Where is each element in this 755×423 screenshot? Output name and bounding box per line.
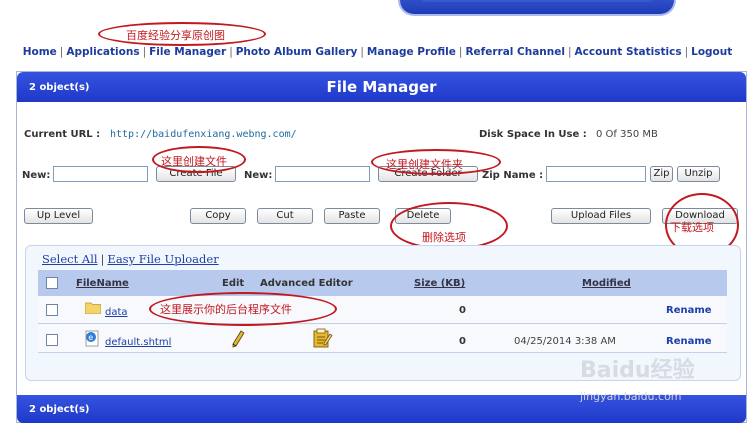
rename-link[interactable]: Rename [666,336,712,347]
nav-separator: | [142,46,147,58]
annotation-download: 下载选项 [670,221,714,234]
new-folder-input[interactable] [275,166,370,182]
annotation-file-list: 这里展示你的后台程序文件 [160,303,292,316]
nav-referral-channel[interactable]: Referral Channel [465,46,565,58]
page-title: File Manager [326,78,437,96]
annotation-delete: 删除选项 [422,231,466,244]
new-folder-label: New: [244,170,273,181]
upload-files-button[interactable]: Upload Files [551,208,651,224]
select-all-checkbox[interactable] [46,277,58,289]
select-all-link[interactable]: Select All [42,252,98,266]
nav-separator: | [567,46,572,58]
list-links: Select All | Easy File Uploader [42,252,219,266]
unzip-button[interactable]: Unzip [677,166,720,182]
disk-space-label: Disk Space In Use : [479,129,587,140]
zip-name-label: Zip Name : [482,170,544,181]
copy-button[interactable]: Copy [190,208,246,224]
nav-separator: | [59,46,64,58]
column-filename[interactable]: FileName [76,278,129,289]
column-size[interactable]: Size (KB) [414,278,465,289]
footer-object-count: 2 object(s) [29,404,90,415]
up-level-button[interactable]: Up Level [24,208,93,224]
zip-button[interactable]: Zip [650,166,673,182]
nav-separator: | [684,46,689,58]
current-url-value: http://baidufenxiang.webng.com/ [110,129,297,140]
html-file-icon: e [84,330,100,350]
edit-pencil-icon[interactable] [231,330,245,351]
column-modified[interactable]: Modified [582,278,631,289]
svg-text:e: e [88,333,93,342]
table-row: e default.shtml 0 04/25/2014 3:38 AM Ren… [38,325,727,353]
nav-file-manager[interactable]: File Manager [149,46,226,58]
nav-logout[interactable]: Logout [691,46,732,58]
column-edit: Edit [222,278,245,289]
disk-space-value: 0 Of 350 MB [596,129,658,140]
column-advanced-editor: Advanced Editor [260,278,353,289]
folder-icon [84,301,102,317]
link-separator: | [100,252,105,266]
easy-file-uploader-link[interactable]: Easy File Uploader [107,252,218,266]
file-table-header: FileName Edit Advanced Editor Size (KB) … [38,270,727,296]
row-checkbox[interactable] [46,304,58,316]
nav-manage-profile[interactable]: Manage Profile [367,46,456,58]
file-name-link[interactable]: default.shtml [105,337,171,348]
nav-photo-album[interactable]: Photo Album Gallery [236,46,358,58]
new-file-label: New: [22,170,51,181]
nav-separator: | [458,46,463,58]
annotation-create-folder: 这里创建文件夹 [386,158,463,171]
main-nav: Home | Applications | File Manager | Photo Alb… [0,46,755,58]
file-name-link[interactable]: data [105,307,128,318]
nav-separator: | [229,46,233,58]
cut-button[interactable]: Cut [257,208,313,224]
table-row: data 0 Rename [38,296,727,324]
zip-name-input[interactable] [546,166,646,182]
rename-link[interactable]: Rename [666,305,712,316]
top-banner [398,0,676,16]
paste-button[interactable]: Paste [324,208,380,224]
panel-header: 2 object(s) File Manager [17,72,746,102]
top-banner-inner [420,0,654,2]
annotation-create-file: 这里创建文件 [161,155,227,168]
nav-home[interactable]: Home [23,46,57,58]
row-checkbox[interactable] [46,334,58,346]
current-url-label: Current URL : [24,129,101,140]
file-size: 0 [459,305,466,316]
nav-separator: | [360,46,364,58]
new-file-input[interactable] [53,166,148,182]
advanced-editor-icon[interactable] [312,328,334,352]
baidu-watermark-logo: Baidu经验 [580,358,695,383]
file-modified: 04/25/2014 3:38 AM [514,336,616,347]
file-size: 0 [459,336,466,347]
annotation-top-note: 百度经验分享原创图 [126,29,225,42]
baidu-watermark-site: jingyan.baidu.com [580,390,682,403]
nav-applications[interactable]: Applications [66,46,139,58]
nav-account-statistics[interactable]: Account Statistics [575,46,682,58]
